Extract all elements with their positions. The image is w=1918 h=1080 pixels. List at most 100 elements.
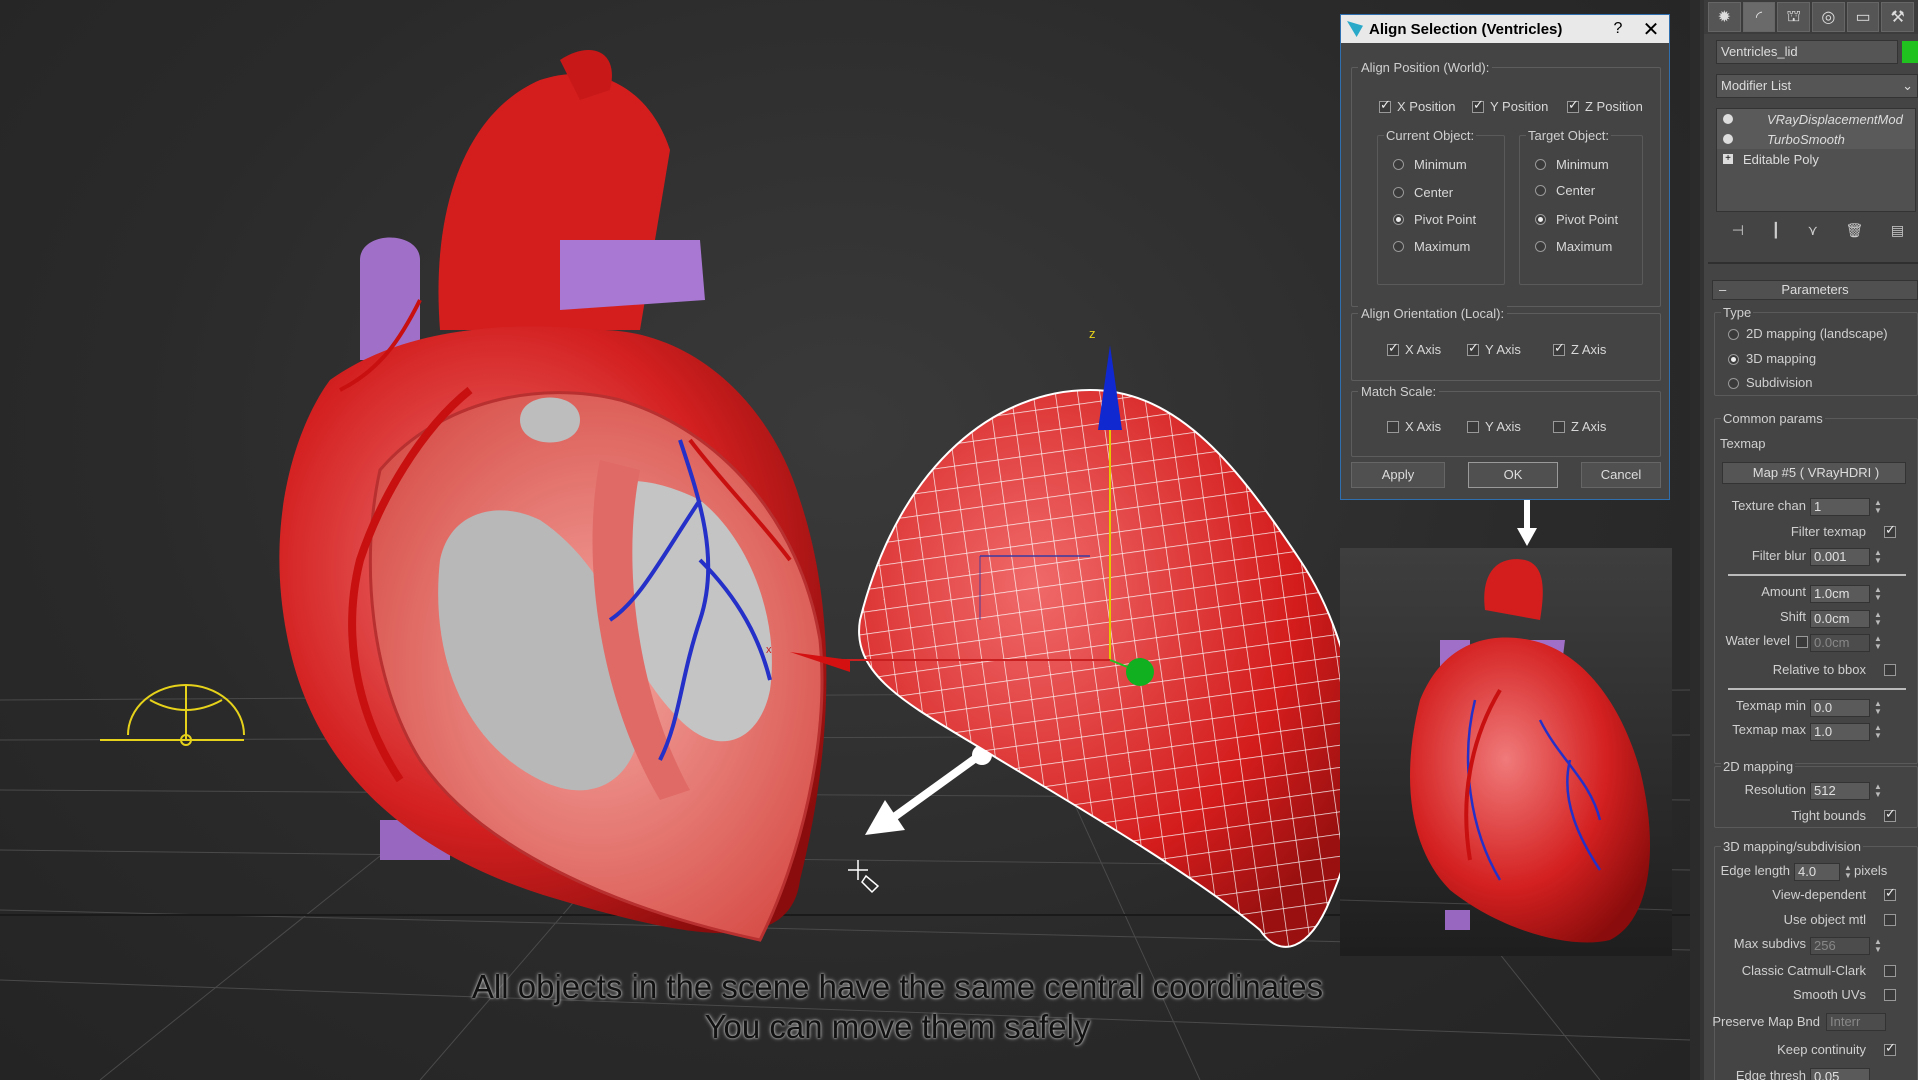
close-icon[interactable]: ✕ — [1633, 17, 1669, 42]
checkbox-orient-z[interactable] — [1553, 341, 1565, 356]
object-color-swatch[interactable] — [1902, 41, 1918, 63]
orient-z-checkbox[interactable]: Z Axis — [1553, 341, 1606, 357]
gizmo-y-handle — [1126, 658, 1154, 686]
cancel-button[interactable]: Cancel — [1581, 462, 1661, 488]
keep-continuity-checkbox[interactable] — [1884, 1041, 1896, 1056]
modifier-item[interactable]: + Editable Poly — [1717, 149, 1915, 169]
current-minimum-radio[interactable]: Minimum — [1393, 157, 1467, 172]
texmap-button[interactable]: Map #5 ( VRayHDRI ) — [1722, 462, 1906, 484]
orient-y-checkbox[interactable]: Y Axis — [1467, 341, 1521, 357]
preserve-map-dropdown[interactable]: Interr — [1826, 1013, 1886, 1031]
target-minimum-radio[interactable]: Minimum — [1535, 157, 1609, 172]
checkbox-x-position[interactable] — [1379, 98, 1391, 113]
apply-button[interactable]: Apply — [1351, 462, 1445, 488]
edge-length-spinner[interactable]: 4.0 — [1794, 863, 1840, 881]
motion-tab-icon[interactable]: ◎ — [1812, 2, 1845, 32]
type-label: Type — [1721, 305, 1754, 320]
expand-icon[interactable]: + — [1723, 154, 1733, 164]
checkbox-scale-y[interactable] — [1467, 420, 1479, 433]
use-object-mtl-checkbox[interactable] — [1884, 914, 1896, 926]
spinner-arrows-icon[interactable]: ▲ ▼ — [1874, 635, 1882, 653]
spinner-arrows-icon[interactable]: ▲ ▼ — [1874, 700, 1882, 718]
modifier-label: VRayDisplacementMod — [1767, 111, 1903, 127]
filter-texmap-checkbox[interactable] — [1884, 523, 1896, 538]
target-pivot-radio[interactable]: Pivot Point — [1535, 212, 1618, 227]
target-center-radio[interactable]: Center — [1535, 183, 1595, 198]
water-level-checkbox[interactable] — [1796, 636, 1808, 648]
dialog-titlebar[interactable]: Align Selection (Ventricles) ? ✕ — [1341, 15, 1669, 43]
modifier-list-dropdown[interactable]: Modifier List ⌄ — [1716, 74, 1918, 98]
gizmo-x-label: x — [766, 644, 772, 656]
radio-2d-mapping[interactable] — [1728, 329, 1739, 340]
modifier-item[interactable]: VRayDisplacementMod — [1717, 109, 1915, 129]
collapse-icon[interactable]: – — [1719, 281, 1726, 299]
current-center-radio[interactable]: Center — [1393, 185, 1453, 200]
spinner-arrows-icon[interactable]: ▲ ▼ — [1874, 586, 1882, 604]
x-position-checkbox[interactable]: X Position — [1379, 98, 1456, 114]
show-end-result-icon[interactable]: ┃ — [1772, 222, 1780, 244]
ok-button[interactable]: OK — [1468, 462, 1558, 488]
current-pivot-radio[interactable]: Pivot Point — [1393, 212, 1476, 227]
checkbox-y-position[interactable] — [1472, 98, 1484, 113]
spinner-arrows-icon[interactable]: ▲ ▼ — [1874, 938, 1882, 956]
checkbox-z-position[interactable] — [1567, 98, 1579, 113]
tight-bounds-checkbox[interactable] — [1884, 807, 1896, 822]
amount-spinner[interactable]: 1.0cm — [1810, 585, 1870, 603]
panel-divider — [1708, 262, 1918, 264]
hierarchy-tab-icon[interactable]: ⛫ — [1777, 2, 1811, 32]
current-maximum-radio[interactable]: Maximum — [1393, 239, 1470, 254]
remove-modifier-icon[interactable]: 🗑 — [1846, 222, 1864, 244]
smooth-uvs-checkbox[interactable] — [1884, 989, 1896, 1001]
checkbox-orient-y[interactable] — [1467, 341, 1479, 356]
checkbox-scale-z[interactable] — [1553, 420, 1565, 433]
parameters-rollout[interactable]: – Parameters — [1712, 280, 1918, 300]
create-tab-icon[interactable]: ✹ — [1708, 2, 1741, 32]
modifier-stack: VRayDisplacementMod TurboSmooth + Editabl… — [1716, 108, 1916, 212]
classic-catmull-checkbox[interactable] — [1884, 965, 1896, 977]
spinner-arrows-icon[interactable]: ▲ ▼ — [1874, 611, 1882, 629]
water-level-spinner[interactable]: 0.0cm — [1810, 634, 1870, 652]
shift-label: Shift — [1779, 609, 1806, 624]
radio-3d-mapping[interactable] — [1728, 354, 1739, 365]
z-position-checkbox[interactable]: Z Position — [1567, 98, 1643, 114]
lightbulb-icon[interactable] — [1723, 114, 1733, 124]
spinner-arrows-icon[interactable]: ▲ ▼ — [1874, 549, 1882, 567]
current-object-label: Current Object: — [1384, 128, 1477, 143]
utilities-tab-icon[interactable]: ⚒ — [1881, 2, 1915, 32]
target-maximum-radio[interactable]: Maximum — [1535, 239, 1612, 254]
shift-spinner[interactable]: 0.0cm — [1810, 610, 1870, 628]
filter-blur-spinner[interactable]: 0.001 — [1810, 548, 1870, 566]
mapping-2d-label: 2D mapping — [1721, 759, 1796, 774]
lightbulb-icon[interactable] — [1723, 134, 1733, 144]
dialog-title: Align Selection (Ventricles) — [1369, 20, 1563, 38]
pointer-arrow-down — [1517, 496, 1537, 546]
radio-subdivision[interactable] — [1728, 378, 1739, 389]
scale-y-checkbox[interactable]: Y Axis — [1467, 419, 1521, 434]
relative-bbox-checkbox[interactable] — [1884, 664, 1896, 676]
spinner-arrows-icon[interactable]: ▲ ▼ — [1844, 864, 1852, 882]
checkbox-scale-x[interactable] — [1387, 420, 1399, 433]
orient-x-checkbox[interactable]: X Axis — [1387, 341, 1441, 357]
help-button[interactable]: ? — [1603, 20, 1633, 38]
view-dependent-checkbox[interactable] — [1884, 886, 1896, 901]
spinner-arrows-icon[interactable]: ▲ ▼ — [1874, 724, 1882, 742]
object-name-field[interactable]: Ventricles_lid — [1716, 40, 1898, 64]
resolution-spinner[interactable]: 512 — [1810, 782, 1870, 800]
make-unique-icon[interactable]: ⋎ — [1808, 222, 1818, 244]
scale-x-checkbox[interactable]: X Axis — [1387, 419, 1441, 434]
spinner-arrows-icon[interactable]: ▲ ▼ — [1874, 783, 1882, 801]
modifier-item[interactable]: TurboSmooth — [1717, 129, 1915, 149]
checkbox-orient-x[interactable] — [1387, 341, 1399, 356]
scale-z-checkbox[interactable]: Z Axis — [1553, 419, 1606, 434]
spinner-arrows-icon[interactable]: ▲ ▼ — [1874, 499, 1882, 517]
edge-thresh-spinner[interactable]: 0.05 — [1810, 1068, 1870, 1080]
texmap-min-spinner[interactable]: 0.0 — [1810, 699, 1870, 717]
texture-chan-spinner[interactable]: 1 — [1810, 498, 1870, 516]
y-position-checkbox[interactable]: Y Position — [1472, 98, 1548, 114]
configure-sets-icon[interactable]: ▤ — [1891, 222, 1904, 244]
pin-stack-icon[interactable]: ⊣ — [1732, 222, 1744, 244]
modify-tab-icon[interactable]: ◜ — [1742, 2, 1776, 32]
texmap-max-spinner[interactable]: 1.0 — [1810, 723, 1870, 741]
display-tab-icon[interactable]: ▭ — [1846, 2, 1880, 32]
max-subdivs-spinner[interactable]: 256 — [1810, 937, 1870, 955]
